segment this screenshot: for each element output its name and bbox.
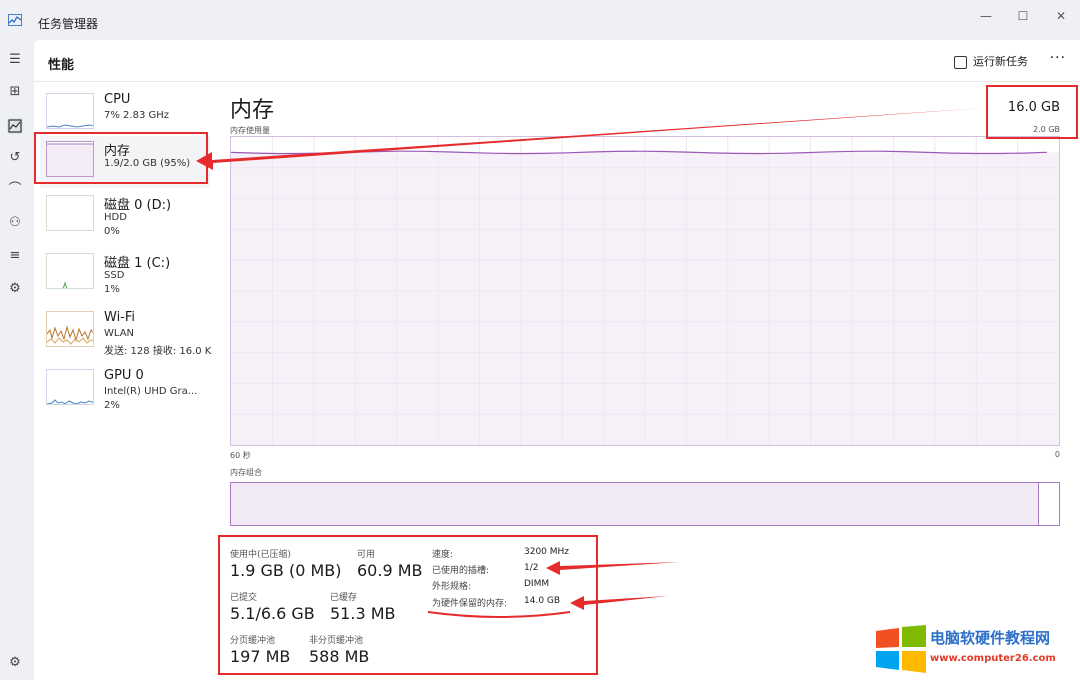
title-bar: 任务管理器 — ☐ ✕ — [0, 0, 1080, 40]
gpu-thumbnail-graph — [46, 369, 94, 405]
resource-item-subtitle: Intel(R) UHD Gra... — [104, 386, 198, 397]
page-title: 性能 — [48, 58, 75, 73]
run-new-task-label: 运行新任务 — [973, 55, 1028, 68]
resource-item-usage: 2% — [104, 400, 120, 411]
resource-item-subtitle: SSD — [104, 270, 125, 281]
resource-item-subtitle: HDD — [104, 212, 127, 223]
hamburger-icon[interactable]: ☰ — [7, 52, 23, 68]
resource-item-title: GPU 0 — [104, 368, 144, 383]
settings-icon[interactable]: ⚙ — [7, 655, 23, 671]
resource-item-usage: 发送: 128 接收: 16.0 K — [104, 346, 212, 357]
memory-composition-in-use — [231, 483, 1040, 525]
memory-usage-label: 内存使用量 — [230, 126, 270, 135]
memory-usage-graph — [230, 136, 1060, 446]
wifi-thumbnail-graph — [46, 311, 94, 347]
details-icon[interactable]: ≡ — [7, 248, 23, 264]
task-manager-app-icon — [8, 14, 22, 26]
services-icon[interactable]: ⚙ — [7, 281, 23, 297]
performance-icon[interactable] — [7, 118, 23, 134]
users-icon[interactable]: ⚇ — [7, 215, 23, 231]
resource-item-wifi[interactable]: Wi-Fi WLAN 发送: 128 接收: 16.0 K — [40, 306, 212, 358]
resource-item-disk-1[interactable]: 磁盘 1 (C:) SSD 1% — [40, 248, 210, 300]
resource-item-disk-0[interactable]: 磁盘 0 (D:) HDD 0% — [40, 190, 210, 242]
minimize-button[interactable]: — — [972, 7, 1000, 25]
startup-icon[interactable]: ⌒ — [7, 182, 23, 198]
navigation-rail: ☰ ⊞ ↺ ⌒ ⚇ ≡ ⚙ ⚙ — [0, 40, 30, 680]
resource-item-title: 磁盘 1 (C:) — [104, 256, 171, 271]
watermark-url: www.computer26.com — [930, 653, 1056, 664]
window-title: 任务管理器 — [38, 17, 99, 31]
memory-composition-label: 内存组合 — [230, 468, 262, 477]
processes-icon[interactable]: ⊞ — [7, 84, 23, 100]
run-task-icon — [954, 55, 967, 69]
resource-item-title: Wi-Fi — [104, 310, 136, 325]
memory-composition-bar — [230, 482, 1060, 526]
maximize-button[interactable]: ☐ — [1009, 7, 1037, 25]
cpu-thumbnail-graph — [46, 93, 94, 129]
app-history-icon[interactable]: ↺ — [7, 150, 23, 166]
annotation-box-total — [986, 85, 1078, 139]
disk1-thumbnail-graph — [46, 253, 94, 289]
resource-item-usage: 0% — [104, 226, 120, 237]
windows-logo-icon — [876, 625, 926, 673]
resource-item-title: 磁盘 0 (D:) — [104, 198, 172, 213]
resource-item-usage: 1% — [104, 284, 120, 295]
header-divider — [34, 81, 1080, 82]
memory-usage-graph-svg — [230, 137, 1059, 445]
resource-item-title: CPU — [104, 92, 131, 107]
memory-title: 内存 — [230, 98, 275, 123]
disk0-thumbnail-graph — [46, 195, 94, 231]
more-options-button[interactable]: ··· — [1050, 50, 1066, 66]
resource-item-gpu[interactable]: GPU 0 Intel(R) UHD Gra... 2% — [40, 364, 210, 416]
annotation-box-memory-item — [34, 132, 208, 184]
site-watermark: 电脑软硬件教程网 www.computer26.com — [876, 625, 1076, 675]
annotation-box-stats — [218, 535, 598, 675]
close-button[interactable]: ✕ — [1047, 7, 1075, 25]
watermark-title: 电脑软硬件教程网 — [930, 629, 1051, 647]
resource-item-subtitle: 7% 2.83 GHz — [104, 110, 170, 121]
graph-axis-start: 60 秒 — [230, 451, 251, 460]
resource-item-subtitle: WLAN — [104, 328, 135, 339]
run-new-task-button[interactable]: 运行新任务 — [954, 52, 1028, 72]
graph-axis-end: 0 — [1054, 450, 1060, 459]
